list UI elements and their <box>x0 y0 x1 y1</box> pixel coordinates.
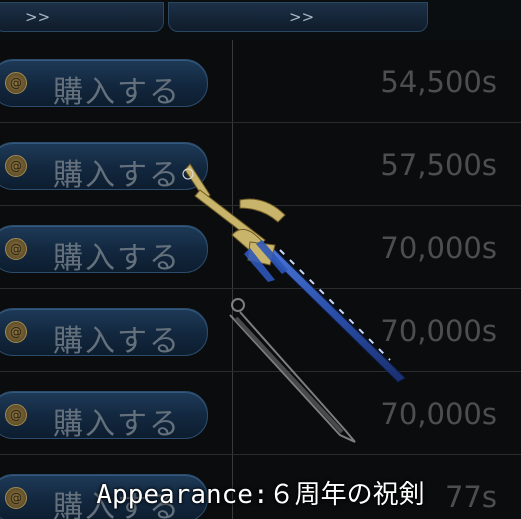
shop-window: >> >> @ 購入する 54,500s @ 購入する 57,500s @ 購入… <box>0 0 521 519</box>
buy-button-label: 購入する <box>53 407 181 442</box>
buy-button[interactable]: @ 購入する <box>0 59 208 110</box>
item-appearance-caption: Appearance:６周年の祝剣 <box>96 480 425 510</box>
tab-2-label: >> <box>289 8 315 26</box>
sword-icon <box>182 163 406 443</box>
tab-1-label: >> <box>25 8 51 26</box>
buy-button-label: 購入する <box>53 241 181 276</box>
tab-2[interactable]: >> <box>168 2 428 32</box>
shop-row: @ 購入する 54,500s <box>0 40 521 123</box>
coin-icon: @ <box>5 72 27 94</box>
buy-button-label: 購入する <box>53 324 181 359</box>
buy-button-label: 購入する <box>53 75 181 110</box>
price-text: 54,500s <box>380 65 497 99</box>
tab-bar: >> >> <box>0 0 521 40</box>
tab-1[interactable]: >> <box>0 2 164 32</box>
buy-button-label: 購入する <box>53 158 181 193</box>
coin-icon: @ <box>5 404 27 426</box>
coin-icon: @ <box>5 321 27 343</box>
coin-icon: @ <box>5 238 27 260</box>
coin-icon: @ <box>5 155 27 177</box>
